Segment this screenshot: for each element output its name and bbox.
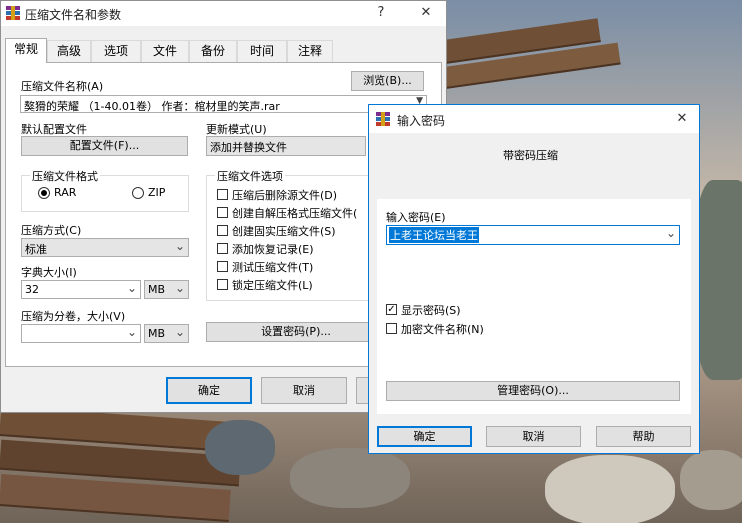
profiles-button[interactable]: 配置文件(F)... <box>21 136 188 156</box>
password-ok-button[interactable]: 确定 <box>377 426 472 447</box>
chevron-down-icon: ⌄ <box>174 281 185 295</box>
format-group: 压缩文件格式 RAR ZIP <box>21 168 189 212</box>
password-window-title: 输入密码 <box>397 114 446 128</box>
rock <box>680 450 742 510</box>
tab-comment[interactable]: 注释 <box>287 40 333 62</box>
sfx-label: 创建自解压格式压缩文件( <box>232 207 358 220</box>
main-ok-button[interactable]: 确定 <box>166 377 252 404</box>
tab-files[interactable]: 文件 <box>141 40 189 62</box>
compression-method-select[interactable]: 标准 ⌄ <box>21 238 189 257</box>
archive-name-combo[interactable]: 獒猾的荣耀 （1-40.01卷） 作者：棺材里的笑声.rar ▼ <box>20 95 427 113</box>
close-icon[interactable]: ✕ <box>416 4 436 22</box>
encrypt-names-label: 加密文件名称(N) <box>401 323 484 336</box>
recovery-record-checkbox[interactable] <box>217 243 228 254</box>
radio-rar[interactable] <box>38 187 50 199</box>
chevron-down-icon: ⌄ <box>665 226 676 240</box>
password-help-button[interactable]: 帮助 <box>596 426 691 447</box>
organize-passwords-button[interactable]: 管理密码(O)... <box>386 381 680 401</box>
update-mode-select[interactable]: 添加并替换文件 <box>206 136 366 156</box>
show-password-checkbox[interactable]: ✓ <box>386 304 397 315</box>
update-mode-label: 更新模式(U) <box>206 123 267 136</box>
radio-rar-label: RAR <box>54 186 77 199</box>
solid-checkbox[interactable] <box>217 225 228 236</box>
password-input[interactable]: 上老王论坛当老王 ⌄ <box>386 225 680 245</box>
password-cancel-button[interactable]: 取消 <box>486 426 581 447</box>
dictionary-size-select[interactable]: 32 ⌄ <box>21 280 141 299</box>
dictionary-unit-value: MB <box>148 283 166 296</box>
main-window-title: 压缩文件名和参数 <box>25 8 122 22</box>
split-size-input[interactable]: ⌄ <box>21 324 141 343</box>
lock-archive-label: 锁定压缩文件(L) <box>232 279 313 292</box>
tab-general[interactable]: 常规 <box>5 38 47 63</box>
compression-method-label: 压缩方式(C) <box>21 224 82 237</box>
rock <box>205 420 275 475</box>
delete-after-label: 压缩后删除源文件(D) <box>232 189 338 202</box>
sfx-checkbox[interactable] <box>217 207 228 218</box>
radio-zip-label: ZIP <box>148 186 166 199</box>
rock <box>290 448 410 508</box>
show-password-label: 显示密码(S) <box>401 304 461 317</box>
lock-archive-checkbox[interactable] <box>217 279 228 290</box>
test-archive-checkbox[interactable] <box>217 261 228 272</box>
tab-advanced[interactable]: 高级 <box>47 40 91 62</box>
password-heading: 带密码压缩 <box>503 149 558 162</box>
dictionary-unit-select[interactable]: MB ⌄ <box>144 280 189 299</box>
password-value: 上老王论坛当老王 <box>389 227 479 243</box>
enter-password-label: 输入密码(E) <box>386 211 446 224</box>
encrypt-names-checkbox[interactable] <box>386 323 397 334</box>
test-archive-label: 测试压缩文件(T) <box>232 261 314 274</box>
browse-button[interactable]: 浏览(B)... <box>351 71 424 91</box>
chevron-down-icon: ⌄ <box>174 239 185 253</box>
chevron-down-icon: ⌄ <box>126 281 137 295</box>
dictionary-size-label: 字典大小(I) <box>21 266 77 279</box>
password-titlebar: 输入密码 ✕ <box>369 105 699 133</box>
archive-name-value: 獒猾的荣耀 （1-40.01卷） 作者：棺材里的笑声.rar <box>24 100 280 113</box>
radio-dot <box>41 190 47 196</box>
chevron-down-icon: ⌄ <box>174 325 185 339</box>
plant <box>695 180 742 380</box>
split-unit-select[interactable]: MB ⌄ <box>144 324 189 343</box>
recovery-record-label: 添加恢复记录(E) <box>232 243 314 256</box>
tab-backup[interactable]: 备份 <box>189 40 237 62</box>
archive-options-title: 压缩文件选项 <box>215 168 285 184</box>
update-mode-value: 添加并替换文件 <box>210 141 287 154</box>
winrar-icon <box>376 112 390 126</box>
main-titlebar: 压缩文件名和参数 ? ✕ <box>1 1 446 26</box>
close-icon[interactable]: ✕ <box>672 110 692 128</box>
split-volumes-label: 压缩为分卷，大小(V) <box>21 310 126 323</box>
compression-method-value: 标准 <box>25 243 47 256</box>
split-unit-value: MB <box>148 327 166 340</box>
default-profile-label: 默认配置文件 <box>21 123 87 136</box>
archive-name-label: 压缩文件名称(A) <box>21 80 104 93</box>
tab-options[interactable]: 选项 <box>91 40 141 62</box>
chevron-down-icon: ⌄ <box>126 325 137 339</box>
format-group-title: 压缩文件格式 <box>30 168 100 184</box>
tab-time[interactable]: 时间 <box>237 40 287 62</box>
dictionary-size-value: 32 <box>25 283 39 296</box>
delete-after-checkbox[interactable] <box>217 189 228 200</box>
set-password-button[interactable]: 设置密码(P)... <box>206 322 386 342</box>
solid-label: 创建固实压缩文件(S) <box>232 225 336 238</box>
winrar-icon <box>6 6 20 20</box>
rock <box>545 455 675 523</box>
help-icon[interactable]: ? <box>371 4 391 22</box>
password-dialog: 输入密码 ✕ 带密码压缩 输入密码(E) 上老王论坛当老王 ⌄ ✓ 显示密码(S… <box>368 104 700 454</box>
radio-zip[interactable] <box>132 187 144 199</box>
main-cancel-button[interactable]: 取消 <box>261 377 347 404</box>
